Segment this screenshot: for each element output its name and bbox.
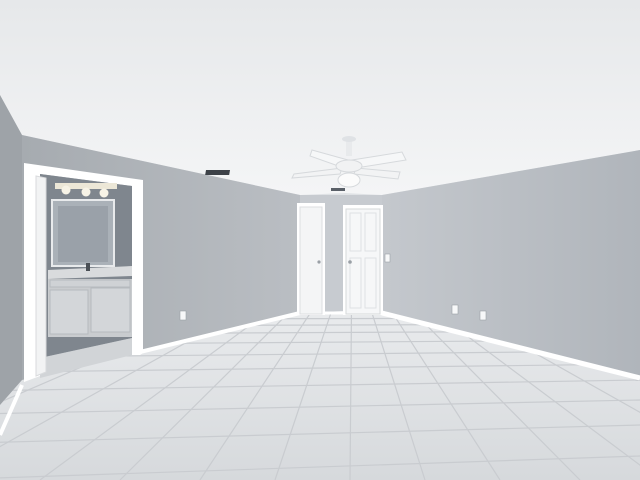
outlet-icon [179,310,187,321]
fan-motor-housing [335,159,363,173]
fan-canopy [342,136,356,142]
cabinet-drawer[interactable] [49,279,131,288]
faucet-icon [86,263,90,271]
closet-door[interactable] [297,203,325,315]
fan-light-globe [337,172,361,188]
air-vent-icon [205,170,231,175]
far-left-wall [0,95,22,408]
bedroom-scene [0,0,640,480]
closet-door-knob[interactable] [317,260,321,264]
entry-door-knob[interactable] [348,260,352,264]
vanity-bulb [81,187,91,197]
bathroom-door-open[interactable] [35,175,47,377]
air-vent-icon [331,188,345,191]
cabinet-door-right[interactable] [90,287,131,333]
vanity-bulb [61,185,71,195]
vanity-bulb [99,188,109,198]
light-switch-icon [384,253,391,263]
cabinet-door-left[interactable] [49,289,89,335]
entry-door[interactable] [343,205,383,315]
bathroom-doorway[interactable] [24,163,143,382]
mirror-reflection [58,206,108,262]
outlet-icon [479,310,487,321]
outlet-icon [451,304,459,315]
